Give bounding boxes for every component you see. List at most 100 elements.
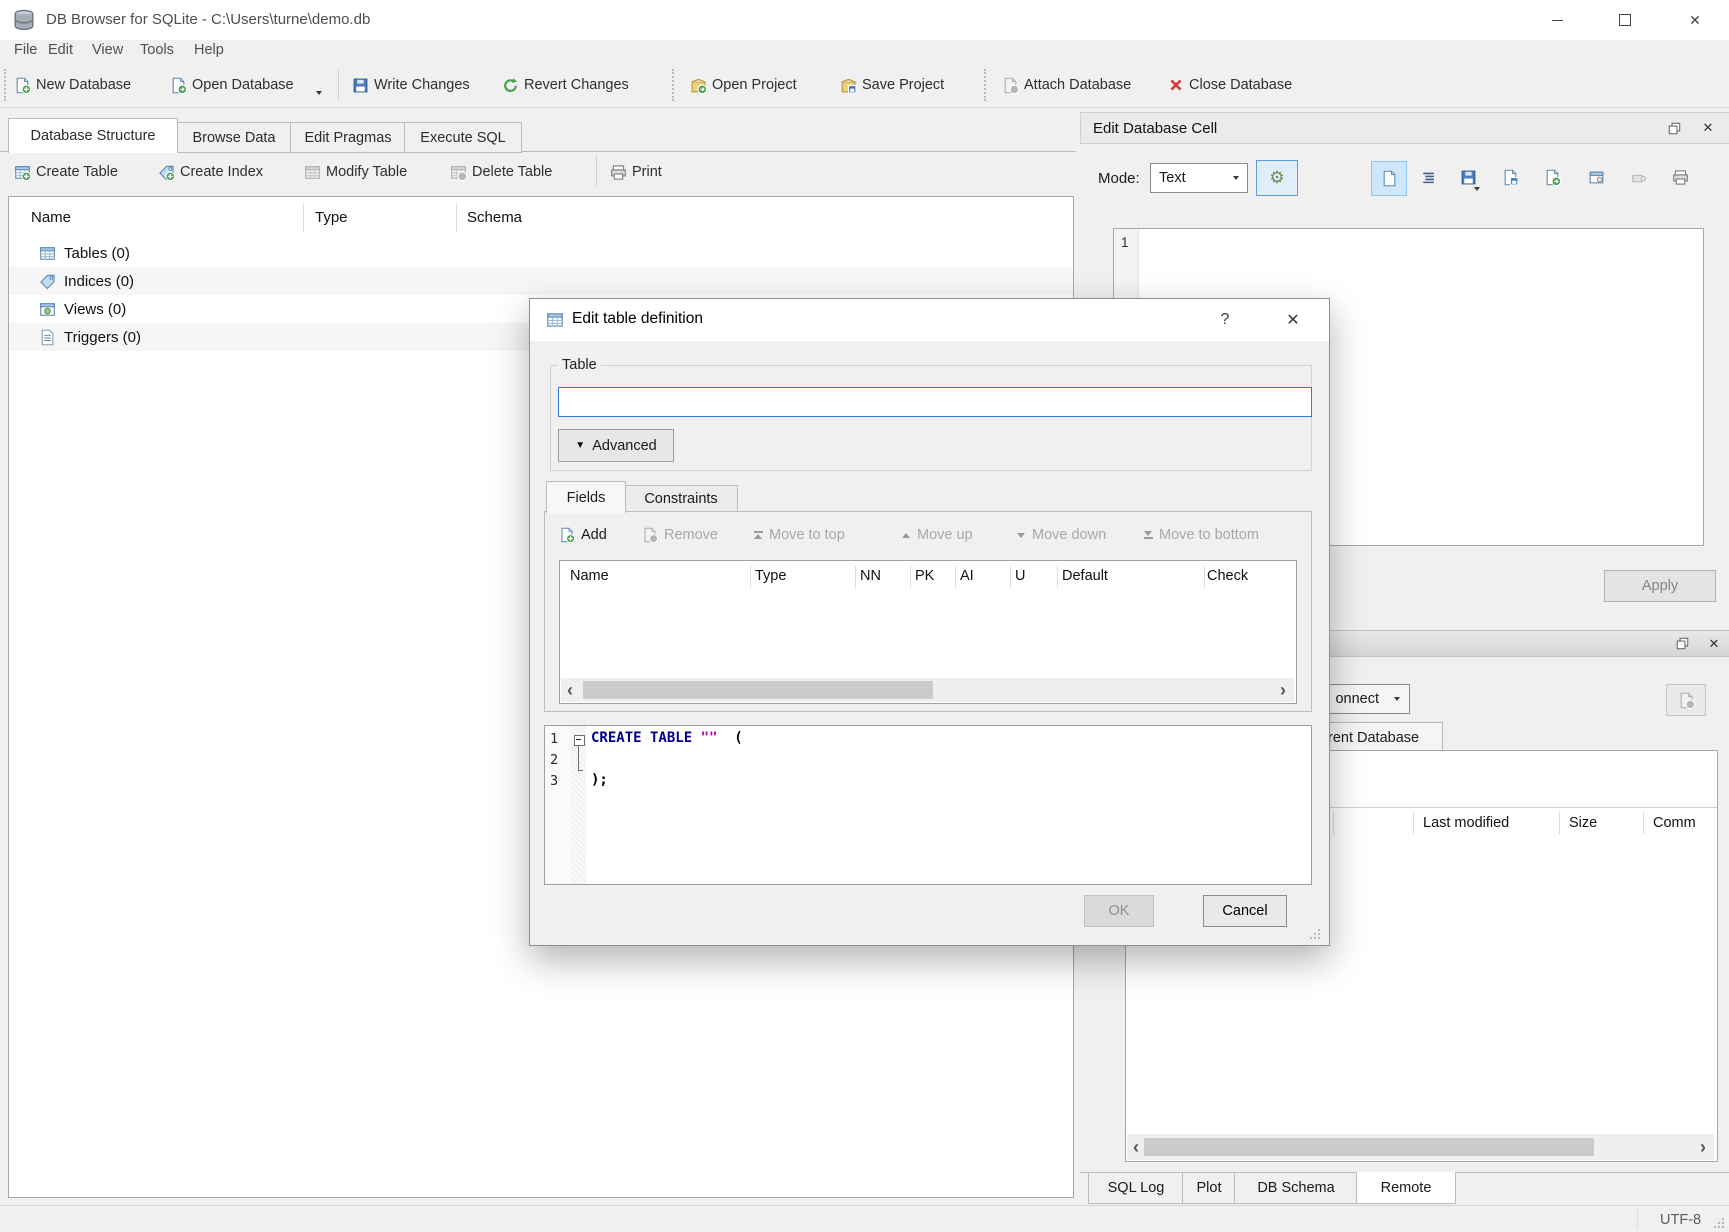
move-to-bottom-button[interactable]: Move to bottom xyxy=(1143,522,1259,548)
tab-plot[interactable]: Plot xyxy=(1182,1172,1236,1204)
tab-sql-log[interactable]: SQL Log xyxy=(1088,1172,1184,1204)
delete-table-button[interactable]: Delete Table xyxy=(450,158,552,186)
cell-text-mode-button[interactable] xyxy=(1371,161,1407,196)
scroll-left-icon[interactable]: ‹ xyxy=(1133,1138,1139,1156)
resize-grip-icon[interactable] xyxy=(1712,1216,1726,1230)
ok-button[interactable]: OK xyxy=(1084,895,1154,927)
menu-edit[interactable]: Edit xyxy=(48,42,73,58)
remote-clone-button[interactable] xyxy=(1666,684,1706,716)
sql-preview: 1 2 3 CREATE TABLE "" ( ); xyxy=(544,725,1312,885)
menu-tools[interactable]: Tools xyxy=(140,42,174,58)
scroll-right-icon[interactable]: › xyxy=(1700,1138,1706,1156)
col-last-modified[interactable]: Last modified xyxy=(1423,815,1509,831)
print-button[interactable]: Print xyxy=(610,158,662,186)
col-type[interactable]: Type xyxy=(755,568,786,584)
col-u[interactable]: U xyxy=(1015,568,1025,584)
tab-fields[interactable]: Fields xyxy=(546,481,626,513)
menu-file[interactable]: File xyxy=(14,42,37,58)
modify-table-button[interactable]: Modify Table xyxy=(304,158,407,186)
save-project-button[interactable]: Save Project xyxy=(840,72,944,98)
create-table-button[interactable]: Create Table xyxy=(14,158,118,186)
close-button[interactable]: ✕ xyxy=(1672,0,1718,40)
move-down-button[interactable]: Move down xyxy=(1016,522,1106,548)
tab-constraints[interactable]: Constraints xyxy=(624,485,738,513)
apply-button[interactable]: Apply xyxy=(1604,570,1716,602)
scroll-right-icon[interactable]: › xyxy=(1280,681,1286,699)
menu-help[interactable]: Help xyxy=(194,42,224,58)
col-commit[interactable]: Comm xyxy=(1653,815,1696,831)
open-database-button[interactable]: Open Database xyxy=(170,72,294,98)
cell-null-button[interactable] xyxy=(1621,161,1655,194)
mode-select[interactable]: Text xyxy=(1150,163,1248,193)
tree-col-type[interactable]: Type xyxy=(315,209,348,226)
dialog-help-button[interactable]: ? xyxy=(1210,299,1240,341)
open-database-dropdown-arrow[interactable] xyxy=(316,91,322,95)
new-database-button[interactable]: New Database xyxy=(14,72,131,98)
tab-database-structure[interactable]: Database Structure xyxy=(8,118,178,153)
scrollbar-thumb[interactable] xyxy=(1144,1138,1594,1156)
tab-edit-pragmas[interactable]: Edit Pragmas xyxy=(290,122,406,153)
maximize-icon xyxy=(1619,14,1631,26)
document-icon xyxy=(1381,170,1398,187)
horizontal-scrollbar[interactable]: ‹ › xyxy=(1127,1134,1714,1160)
close-panel-button[interactable]: ✕ xyxy=(1693,113,1723,143)
col-check[interactable]: Check xyxy=(1207,568,1248,584)
col-pk[interactable]: PK xyxy=(915,568,934,584)
horizontal-scrollbar[interactable]: ‹ › xyxy=(561,678,1294,702)
move-up-button[interactable]: Move up xyxy=(901,522,973,548)
status-separator xyxy=(1637,1210,1638,1229)
chevron-down-icon xyxy=(1233,176,1239,180)
advanced-toggle-button[interactable]: ▼ Advanced xyxy=(558,429,674,462)
dialog-titlebar[interactable]: Edit table definition ? ✕ xyxy=(530,299,1329,341)
write-changes-button[interactable]: Write Changes xyxy=(352,72,470,98)
col-size[interactable]: Size xyxy=(1569,815,1597,831)
attach-database-button[interactable]: Attach Database xyxy=(1002,72,1131,98)
add-field-button[interactable]: Add xyxy=(559,522,607,548)
close-database-button[interactable]: Close Database xyxy=(1168,72,1292,98)
remove-field-button[interactable]: Remove xyxy=(642,522,718,548)
cell-settings-button[interactable]: ⚙ xyxy=(1256,160,1298,196)
tree-col-name[interactable]: Name xyxy=(31,209,71,226)
col-nn[interactable]: NN xyxy=(860,568,881,584)
revert-changes-button[interactable]: Revert Changes xyxy=(502,72,629,98)
cell-wordwrap-button[interactable] xyxy=(1411,161,1445,194)
cell-export-button[interactable] xyxy=(1535,161,1569,194)
move-to-top-button[interactable]: Move to top xyxy=(753,522,845,548)
encoding-indicator[interactable]: UTF-8 xyxy=(1660,1212,1701,1228)
tab-browse-data[interactable]: Browse Data xyxy=(176,122,292,153)
float-panel-button[interactable] xyxy=(1659,113,1689,143)
scrollbar-thumb[interactable] xyxy=(583,681,933,699)
toolbar-handle[interactable] xyxy=(4,69,6,101)
tab-remote[interactable]: Remote xyxy=(1356,1172,1456,1204)
maximize-button[interactable] xyxy=(1602,0,1648,40)
dialog-close-button[interactable]: ✕ xyxy=(1278,299,1308,341)
col-name[interactable]: Name xyxy=(570,568,609,584)
tree-row-tables[interactable]: Tables (0) xyxy=(9,239,1073,267)
toolbar-handle[interactable] xyxy=(984,69,986,101)
create-index-button[interactable]: Create Index xyxy=(158,158,263,186)
tree-col-schema[interactable]: Schema xyxy=(467,209,522,226)
tree-row-indices[interactable]: Indices (0) xyxy=(9,267,1073,295)
toolbar-handle[interactable] xyxy=(672,69,674,101)
tab-execute-sql[interactable]: Execute SQL xyxy=(404,122,522,153)
fold-marker-icon[interactable] xyxy=(574,735,585,746)
tab-db-schema[interactable]: DB Schema xyxy=(1234,1172,1358,1204)
tab-current-database[interactable]: rent Database xyxy=(1326,722,1443,752)
cell-save-button[interactable] xyxy=(1451,161,1485,194)
cell-print-button[interactable] xyxy=(1663,161,1697,194)
float-panel-button[interactable] xyxy=(1667,631,1697,656)
close-panel-button[interactable]: ✕ xyxy=(1699,631,1729,656)
cell-import-button[interactable] xyxy=(1493,161,1527,194)
dialog-resize-grip-icon[interactable] xyxy=(1308,927,1322,941)
window-title: DB Browser for SQLite - C:\Users\turne\d… xyxy=(46,11,370,28)
fields-table[interactable]: Name Type NN PK AI U Default Check ‹ › xyxy=(559,560,1297,704)
cancel-button[interactable]: Cancel xyxy=(1203,895,1287,927)
cell-open-in-window-button[interactable] xyxy=(1579,161,1613,194)
minimize-button[interactable] xyxy=(1534,0,1580,40)
col-ai[interactable]: AI xyxy=(960,568,974,584)
menu-view[interactable]: View xyxy=(92,42,123,58)
open-project-button[interactable]: Open Project xyxy=(690,72,797,98)
col-default[interactable]: Default xyxy=(1062,568,1108,584)
scroll-left-icon[interactable]: ‹ xyxy=(567,681,573,699)
table-name-input[interactable] xyxy=(558,387,1312,417)
